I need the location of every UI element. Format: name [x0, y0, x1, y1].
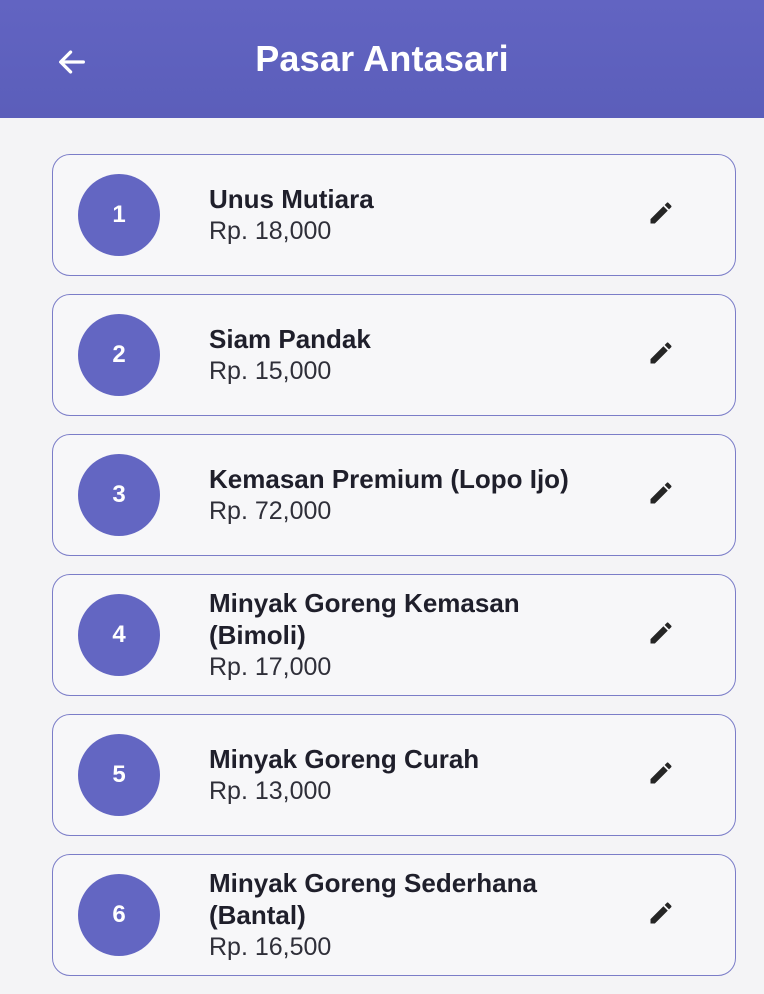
pencil-icon [647, 619, 675, 652]
item-name: Siam Pandak [209, 324, 371, 354]
list-item[interactable]: 1 Unus Mutiara Rp. 18,000 [52, 154, 736, 276]
item-price: Rp. 15,000 [209, 357, 332, 385]
item-price: Rp. 18,000 [209, 217, 332, 245]
edit-button[interactable] [641, 475, 681, 515]
item-price: Rp. 17,000 [209, 653, 332, 681]
item-number-badge: 2 [78, 314, 160, 396]
pencil-icon [647, 759, 675, 792]
item-content: Minyak Goreng Sederhana (Bantal) Rp. 16,… [209, 867, 619, 963]
item-content: Unus Mutiara Rp. 18,000 [209, 183, 619, 247]
pencil-icon [647, 339, 675, 372]
item-content: Kemasan Premium (Lopo Ijo) Rp. 72,000 [209, 463, 619, 527]
item-number-badge: 6 [78, 874, 160, 956]
item-name: Kemasan Premium (Lopo Ijo) [209, 464, 569, 494]
edit-button[interactable] [641, 335, 681, 375]
item-price: Rp. 16,500 [209, 933, 332, 961]
edit-button[interactable] [641, 755, 681, 795]
product-list: 1 Unus Mutiara Rp. 18,000 2 Siam Pandak … [52, 154, 740, 994]
pencil-icon [647, 199, 675, 232]
item-content: Minyak Goreng Curah Rp. 13,000 [209, 743, 619, 807]
item-content: Minyak Goreng Kemasan (Bimoli) Rp. 17,00… [209, 587, 619, 683]
item-number-badge: 3 [78, 454, 160, 536]
list-item[interactable]: 5 Minyak Goreng Curah Rp. 13,000 [52, 714, 736, 836]
pencil-icon [647, 479, 675, 512]
item-price: Rp. 13,000 [209, 777, 332, 805]
item-name: Minyak Goreng Sederhana (Bantal) [209, 868, 537, 930]
list-item[interactable]: 6 Minyak Goreng Sederhana (Bantal) Rp. 1… [52, 854, 736, 976]
page-title: Pasar Antasari [255, 38, 509, 79]
list-item[interactable]: 2 Siam Pandak Rp. 15,000 [52, 294, 736, 416]
item-number-badge: 4 [78, 594, 160, 676]
edit-button[interactable] [641, 895, 681, 935]
app-bar: Pasar Antasari [0, 0, 764, 118]
list-item[interactable]: 4 Minyak Goreng Kemasan (Bimoli) Rp. 17,… [52, 574, 736, 696]
item-content: Siam Pandak Rp. 15,000 [209, 323, 619, 387]
list-item[interactable]: 3 Kemasan Premium (Lopo Ijo) Rp. 72,000 [52, 434, 736, 556]
item-price: Rp. 72,000 [209, 497, 332, 525]
item-number-badge: 5 [78, 734, 160, 816]
item-name: Unus Mutiara [209, 184, 374, 214]
edit-button[interactable] [641, 615, 681, 655]
item-number-badge: 1 [78, 174, 160, 256]
item-name: Minyak Goreng Kemasan (Bimoli) [209, 588, 520, 650]
item-name: Minyak Goreng Curah [209, 744, 480, 774]
edit-button[interactable] [641, 195, 681, 235]
pencil-icon [647, 899, 675, 932]
